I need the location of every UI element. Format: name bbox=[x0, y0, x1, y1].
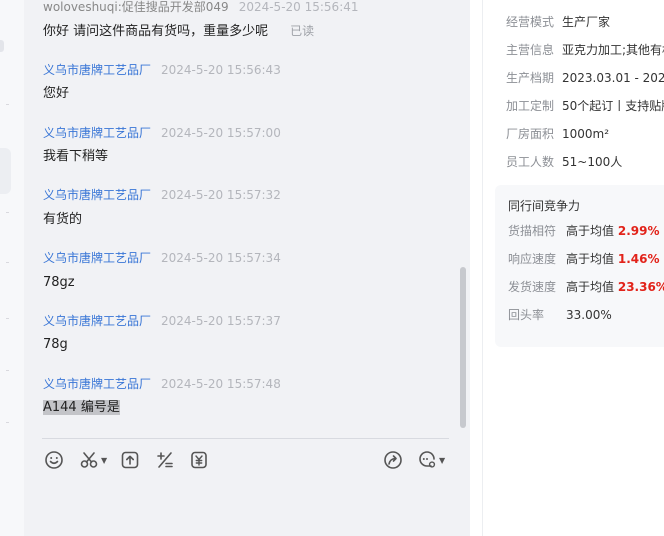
info-value: 亚克力加工;其他有机 bbox=[562, 43, 664, 57]
message-text: 78gz bbox=[43, 275, 75, 290]
message-text: 我看下稍等 bbox=[43, 149, 109, 164]
upload-file-button[interactable] bbox=[120, 448, 140, 472]
comp-value: 高于均值 bbox=[566, 280, 615, 294]
nav-tick bbox=[6, 370, 9, 371]
info-label: 主营信息 bbox=[506, 43, 555, 57]
read-status: 已读 bbox=[290, 24, 315, 38]
info-value: 50个起订丨支持贴牌 bbox=[562, 99, 664, 113]
competitiveness-card: 同行间竞争力 货描相符高于均值 2.99% ↑ 响应速度高于均值 1.46% ↑… bbox=[495, 185, 664, 347]
comp-value: 高于均值 bbox=[566, 224, 615, 238]
yuan-icon bbox=[191, 451, 207, 469]
share-icon bbox=[384, 451, 402, 469]
comp-value: 33.00% bbox=[566, 308, 612, 322]
sender-name[interactable]: 义乌市唐牌工艺品厂 bbox=[43, 377, 151, 391]
message-meta: 义乌市唐牌工艺品厂 2024-5-20 15:57:37 bbox=[43, 313, 281, 329]
message-time: 2024-5-20 15:57:37 bbox=[161, 314, 281, 328]
nav-tick bbox=[6, 104, 9, 105]
chat-panel: woloveshuqi:促佳搜品开发部049 2024-5-20 15:56:41… bbox=[24, 0, 470, 536]
message-meta: 义乌市唐牌工艺品厂 2024-5-20 15:57:32 bbox=[43, 187, 281, 203]
sender-name[interactable]: 义乌市唐牌工艺品厂 bbox=[43, 314, 151, 328]
message-time: 2024-5-20 15:56:43 bbox=[161, 63, 281, 77]
upload-icon bbox=[121, 451, 139, 469]
info-label: 经营模式 bbox=[506, 15, 555, 29]
share-button[interactable] bbox=[383, 448, 403, 472]
info-value: 生产厂家 bbox=[562, 15, 611, 29]
emoji-button[interactable] bbox=[44, 448, 64, 472]
input-divider bbox=[42, 438, 449, 439]
message-text: 有货的 bbox=[43, 212, 83, 227]
nav-tick bbox=[6, 318, 9, 319]
info-row-factory-area: 厂房面积 1000m² bbox=[506, 126, 609, 142]
comp-label: 货描相符 bbox=[508, 224, 557, 238]
message-meta: 义乌市唐牌工艺品厂 2024-5-20 15:57:48 bbox=[43, 376, 281, 392]
quote-button[interactable] bbox=[189, 448, 209, 472]
message-time: 2024-5-20 15:57:32 bbox=[161, 188, 281, 202]
comp-percent: 23.36% bbox=[617, 280, 664, 294]
info-row-business-mode: 经营模式 生产厂家 bbox=[506, 14, 610, 30]
screenshot-button[interactable]: ▼ bbox=[79, 448, 107, 472]
message-text: 您好 bbox=[43, 86, 70, 101]
nav-tick bbox=[6, 422, 9, 423]
message-list: woloveshuqi:促佳搜品开发部049 2024-5-20 15:56:41… bbox=[24, 0, 464, 426]
info-value: 2023.03.01 - 2023 bbox=[562, 71, 664, 85]
info-label: 厂房面积 bbox=[506, 127, 555, 141]
comp-percent: 2.99% ↑ bbox=[617, 224, 664, 238]
message-meta: 义乌市唐牌工艺品厂 2024-5-20 15:57:34 bbox=[43, 250, 281, 266]
info-label: 加工定制 bbox=[506, 99, 555, 113]
info-row-employees: 员工人数 51~100人 bbox=[506, 154, 622, 170]
message-meta: woloveshuqi:促佳搜品开发部049 2024-5-20 15:56:41 bbox=[43, 0, 359, 15]
message-text: 你好 请问这件商品有货吗，重量多少呢 已读 bbox=[43, 22, 314, 41]
message-text: 78g bbox=[43, 337, 68, 352]
nav-tick bbox=[6, 262, 9, 263]
emoji-icon bbox=[45, 451, 63, 469]
quick-calc-button[interactable] bbox=[155, 448, 175, 472]
message-time: 2024-5-20 15:57:00 bbox=[161, 126, 281, 140]
info-row-customization: 加工定制 50个起订丨支持贴牌 bbox=[506, 98, 664, 114]
comp-label: 发货速度 bbox=[508, 280, 557, 294]
info-value: 1000m² bbox=[562, 127, 610, 141]
comp-label: 响应速度 bbox=[508, 252, 557, 266]
message-meta: 义乌市唐牌工艺品厂 2024-5-20 15:56:43 bbox=[43, 62, 281, 78]
sender-name[interactable]: 义乌市唐牌工艺品厂 bbox=[43, 188, 151, 202]
comp-row-shipping-speed: 发货速度 高于均值 23.36% bbox=[508, 279, 664, 295]
message-time: 2024-5-20 15:57:48 bbox=[161, 377, 281, 391]
nav-handle[interactable] bbox=[0, 40, 4, 52]
highlighted-message-content: A144 编号是 bbox=[43, 400, 120, 415]
compute-icon bbox=[157, 452, 173, 468]
message-text: A144 编号是 bbox=[43, 399, 120, 417]
info-label: 生产档期 bbox=[506, 71, 555, 85]
info-row-main-business: 主营信息 亚克力加工;其他有机 bbox=[506, 42, 664, 58]
chat-settings-button[interactable]: ▼ bbox=[417, 448, 445, 472]
chevron-down-icon: ▼ bbox=[439, 455, 446, 465]
message-time: 2024-5-20 15:57:34 bbox=[161, 251, 281, 265]
sender-name[interactable]: woloveshuqi:促佳搜品开发部049 bbox=[43, 0, 229, 14]
comp-row-repeat-rate: 回头率 33.00% bbox=[508, 307, 612, 323]
info-label: 员工人数 bbox=[506, 155, 555, 169]
sender-name[interactable]: 义乌市唐牌工艺品厂 bbox=[43, 126, 151, 140]
comp-row-response-speed: 响应速度高于均值 1.46% ↑ bbox=[508, 251, 664, 267]
comp-percent: 1.46% ↑ bbox=[617, 252, 664, 266]
chat-scrollbar[interactable] bbox=[460, 267, 466, 428]
company-info-panel: 经营模式 生产厂家 主营信息 亚克力加工;其他有机 生产档期 2023.03.01 -… bbox=[482, 0, 664, 536]
left-nav-strip bbox=[0, 0, 24, 536]
comp-row-description-match: 货描相符高于均值 2.99% ↑ bbox=[508, 223, 664, 239]
info-row-production-schedule: 生产档期 2023.03.01 - 2023 bbox=[506, 70, 664, 86]
message-meta: 义乌市唐牌工艺品厂 2024-5-20 15:57:00 bbox=[43, 125, 281, 141]
comp-value: 高于均值 bbox=[566, 252, 615, 266]
input-toolbar: ▼ ▼ bbox=[24, 448, 470, 474]
message-content: 你好 请问这件商品有货吗，重量多少呢 bbox=[43, 24, 269, 39]
sender-name[interactable]: 义乌市唐牌工艺品厂 bbox=[43, 63, 151, 77]
nav-tick bbox=[6, 212, 9, 213]
chat-settings-icon bbox=[419, 451, 436, 468]
sender-name[interactable]: 义乌市唐牌工艺品厂 bbox=[43, 251, 151, 265]
scissors-icon bbox=[80, 452, 98, 468]
nav-selected-item[interactable] bbox=[0, 148, 11, 194]
chevron-down-icon: ▼ bbox=[101, 455, 108, 465]
card-title: 同行间竞争力 bbox=[508, 199, 581, 213]
message-time: 2024-5-20 15:56:41 bbox=[238, 0, 359, 14]
info-value: 51~100人 bbox=[562, 155, 623, 169]
comp-label: 回头率 bbox=[508, 308, 545, 322]
